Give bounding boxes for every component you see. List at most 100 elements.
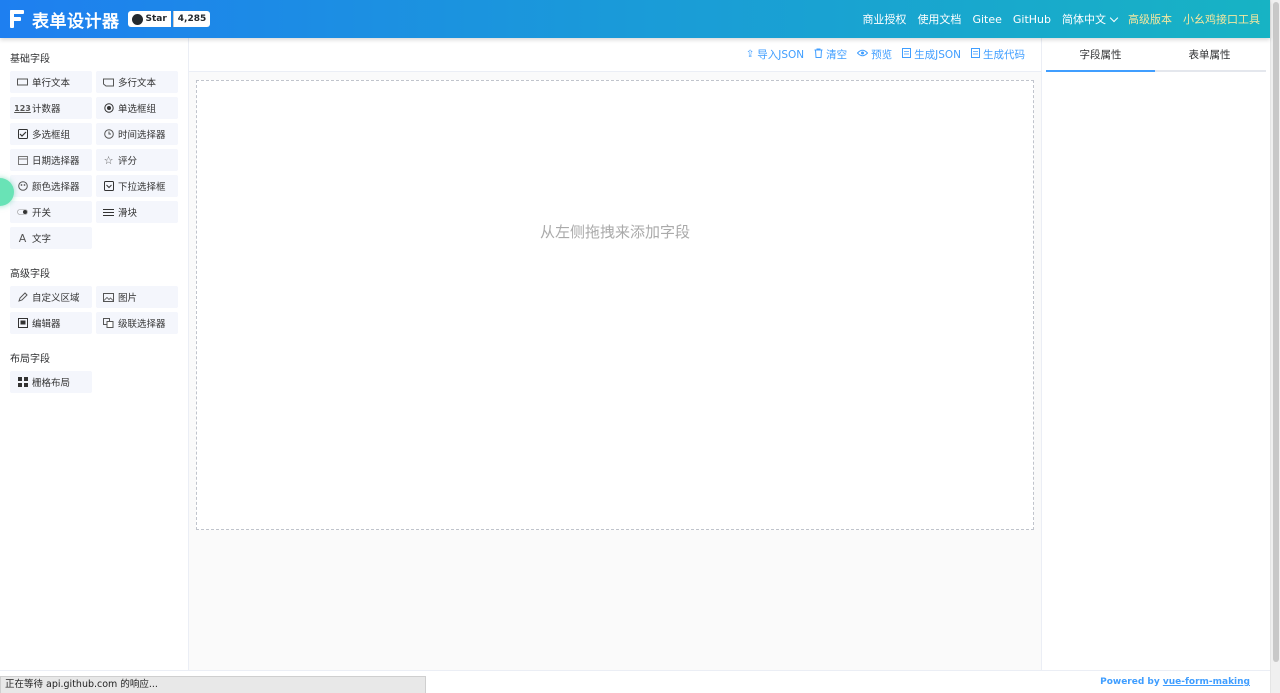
field-label: 栅格布局 xyxy=(32,378,71,389)
text-icon: A xyxy=(18,231,27,245)
tab-form-properties[interactable]: 表单属性 xyxy=(1155,38,1264,70)
generate-json-label: 生成JSON xyxy=(914,49,961,61)
clock-icon xyxy=(103,129,114,140)
nav-gitee[interactable]: Gitee xyxy=(972,13,1001,26)
nav-api-tool[interactable]: 小幺鸡接口工具 xyxy=(1183,11,1260,27)
field-radio[interactable]: 单选框组 xyxy=(96,97,178,119)
nav-github[interactable]: GitHub xyxy=(1013,13,1051,26)
group-title-advanced: 高级字段 xyxy=(10,269,50,280)
field-text[interactable]: A 文字 xyxy=(10,227,92,249)
field-label: 编辑器 xyxy=(32,319,61,330)
layout-field-list: 栅格布局 xyxy=(0,371,189,397)
input-icon xyxy=(17,77,28,88)
powered-by-link[interactable]: vue-form-making xyxy=(1163,677,1250,687)
upload-icon: ⇪ xyxy=(745,49,755,60)
field-grid-layout[interactable]: 栅格布局 xyxy=(10,371,92,393)
textarea-icon xyxy=(103,77,114,88)
field-label: 多选框组 xyxy=(32,130,71,141)
language-dropdown[interactable]: 简体中文 xyxy=(1062,11,1119,27)
property-panel: 字段属性 表单属性 xyxy=(1041,38,1270,670)
field-label: 颜色选择器 xyxy=(32,182,80,193)
logo[interactable]: 表单设计器 xyxy=(10,7,120,32)
import-json-label: 导入JSON xyxy=(757,49,805,61)
clear-button[interactable]: 清空 xyxy=(814,47,847,62)
document-icon xyxy=(971,48,980,61)
preview-label: 预览 xyxy=(871,49,893,61)
generate-code-button[interactable]: 生成代码 xyxy=(971,47,1025,62)
group-title-basic: 基础字段 xyxy=(10,54,50,65)
checkbox-icon xyxy=(17,129,28,140)
field-label: 多行文本 xyxy=(118,78,157,89)
grid-icon xyxy=(17,377,28,388)
app-title: 表单设计器 xyxy=(32,11,120,32)
footer: 正在等待 api.github.com 的响应... Powered by vu… xyxy=(0,670,1270,693)
basic-field-list: 单行文本 多行文本 123 计数器 单选框组 多选框组 时间选择器 日期选择器 ☆… xyxy=(0,71,189,253)
generate-json-button[interactable]: 生成JSON xyxy=(902,47,961,62)
nav-license[interactable]: 商业授权 xyxy=(862,11,906,27)
field-label: 级联选择器 xyxy=(118,319,166,330)
field-label: 单行文本 xyxy=(32,78,71,89)
field-label: 下拉选择框 xyxy=(118,182,166,193)
form-canvas-dropzone[interactable]: 从左侧拖拽来添加字段 xyxy=(196,80,1034,530)
field-image[interactable]: 图片 xyxy=(96,286,178,308)
powered-by: Powered by vue-form-making xyxy=(1100,677,1250,687)
github-star-label: Star xyxy=(145,14,167,24)
active-tab-indicator xyxy=(1046,70,1155,72)
page-scrollbar[interactable] xyxy=(1270,0,1280,693)
field-label: 计数器 xyxy=(32,104,61,115)
calendar-icon xyxy=(17,155,28,166)
field-label: 开关 xyxy=(32,208,52,219)
field-label: 单选框组 xyxy=(118,104,157,115)
powered-by-prefix: Powered by xyxy=(1100,677,1160,687)
import-json-button[interactable]: ⇪ 导入JSON xyxy=(746,47,804,62)
github-star-count[interactable]: 4,285 xyxy=(172,11,211,27)
field-custom-area[interactable]: 自定义区域 xyxy=(10,286,92,308)
property-tabs: 字段属性 表单属性 xyxy=(1046,38,1266,72)
slider-icon xyxy=(103,207,114,218)
document-icon xyxy=(902,48,912,61)
field-label: 自定义区域 xyxy=(32,293,80,304)
field-cascader[interactable]: 级联选择器 xyxy=(96,312,178,334)
nav-pro-version[interactable]: 高级版本 xyxy=(1128,11,1172,27)
canvas-empty-hint: 从左侧拖拽来添加字段 xyxy=(539,223,690,241)
design-toolbar: ⇪ 导入JSON 清空 预览 生成JSON 生成代码 xyxy=(189,38,1041,72)
tab-field-properties[interactable]: 字段属性 xyxy=(1046,38,1155,70)
logo-f-icon xyxy=(10,10,26,28)
field-select[interactable]: 下拉选择框 xyxy=(96,175,178,197)
number-icon: 123 xyxy=(14,103,31,113)
field-number[interactable]: 123 计数器 xyxy=(10,97,92,119)
field-rate[interactable]: ☆ 评分 xyxy=(96,149,178,171)
preview-button[interactable]: 预览 xyxy=(856,47,893,62)
toggle-icon xyxy=(17,207,28,218)
generate-code-label: 生成代码 xyxy=(983,49,1025,61)
chevron-down-icon xyxy=(1109,13,1119,22)
field-label: 文字 xyxy=(32,234,52,245)
top-header: 表单设计器 Star 4,285 商业授权 使用文档 Gitee GitHub … xyxy=(0,0,1270,38)
field-input[interactable]: 单行文本 xyxy=(10,71,92,93)
field-time-picker[interactable]: 时间选择器 xyxy=(96,123,178,145)
trash-icon xyxy=(814,48,823,61)
field-label: 图片 xyxy=(118,293,138,304)
github-star-button[interactable]: Star xyxy=(127,11,171,27)
field-editor[interactable]: 编辑器 xyxy=(10,312,92,334)
field-textarea[interactable]: 多行文本 xyxy=(96,71,178,93)
top-nav: 商业授权 使用文档 Gitee GitHub 简体中文 高级版本 小幺鸡接口工具 xyxy=(851,11,1260,27)
select-icon xyxy=(103,181,114,192)
field-switch[interactable]: 开关 xyxy=(10,201,92,223)
design-area: ⇪ 导入JSON 清空 预览 生成JSON 生成代码 从左侧拖拽来添加字段 xyxy=(189,38,1041,670)
field-date-picker[interactable]: 日期选择器 xyxy=(10,149,92,171)
github-star-badge[interactable]: Star 4,285 xyxy=(127,11,211,27)
field-slider[interactable]: 滑块 xyxy=(96,201,178,223)
component-panel: 基础字段 单行文本 多行文本 123 计数器 单选框组 多选框组 时间选择器 日期… xyxy=(0,38,189,670)
nav-docs[interactable]: 使用文档 xyxy=(917,11,961,27)
field-checkbox[interactable]: 多选框组 xyxy=(10,123,92,145)
field-label: 时间选择器 xyxy=(118,130,166,141)
group-title-layout: 布局字段 xyxy=(10,354,50,365)
browser-status-bar: 正在等待 api.github.com 的响应... xyxy=(0,676,426,693)
field-color-picker[interactable]: 颜色选择器 xyxy=(10,175,92,197)
edit-icon xyxy=(17,292,28,303)
field-label: 评分 xyxy=(118,156,138,167)
scrollbar-thumb[interactable] xyxy=(1273,2,1279,662)
eye-icon xyxy=(856,49,869,60)
cascader-icon xyxy=(103,318,114,329)
